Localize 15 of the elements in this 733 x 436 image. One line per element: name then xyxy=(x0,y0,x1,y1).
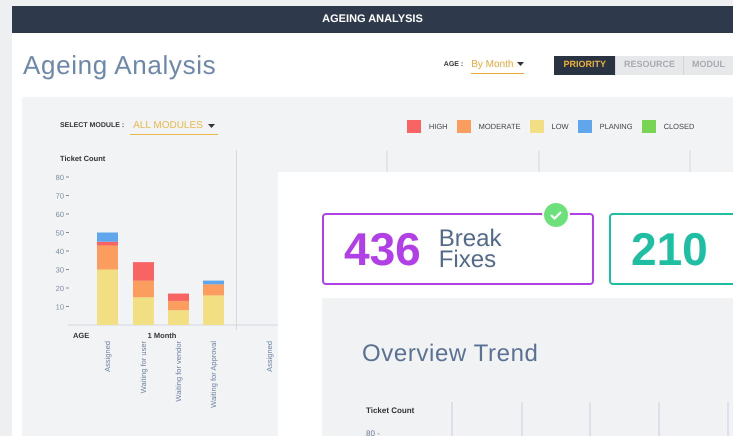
caret-icon xyxy=(208,124,215,128)
tab[interactable]: RESOURCE xyxy=(614,56,683,74)
stat-value: 210 xyxy=(631,226,708,272)
tab[interactable]: PRIORITY xyxy=(554,56,615,74)
caret-icon xyxy=(517,62,524,66)
stat-value: 436 xyxy=(344,226,421,272)
window-title: AGEING ANALYSIS xyxy=(322,12,423,28)
axis-tick: 80 - xyxy=(366,428,380,436)
page-title: Ageing Analysis xyxy=(23,48,216,82)
overview-title: Overview Trend xyxy=(362,339,538,369)
axis-title: Ticket Count xyxy=(366,405,414,417)
age-dropdown[interactable]: By Month xyxy=(471,56,524,74)
module-dropdown[interactable]: ALL MODULES xyxy=(130,118,218,135)
stat-label: Break Fixes xyxy=(438,228,502,270)
tab[interactable]: MODUL xyxy=(683,56,733,74)
